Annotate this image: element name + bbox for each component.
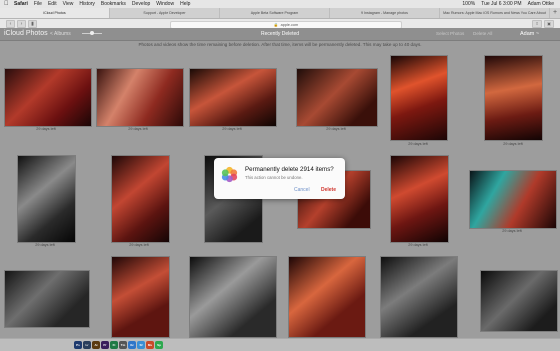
photo-thumbnail[interactable] [111, 155, 170, 243]
menu-bookmarks[interactable]: Bookmarks [101, 0, 126, 8]
status-area: 100% Tue Jul 6 3:00 PM Adam Ottke [462, 0, 554, 8]
photo-caption: 29 days left [129, 243, 149, 247]
photo-caption: 29 days left [502, 229, 522, 233]
tabs-overview-button[interactable]: ▣ [544, 20, 554, 28]
photo-caption: 29 days left [326, 127, 346, 131]
photo-thumbnail[interactable] [189, 256, 277, 338]
photo-thumbnail[interactable] [390, 155, 449, 243]
photo-caption: 29 days left [128, 127, 148, 131]
delete-button[interactable]: Delete [321, 187, 336, 193]
apple-icon[interactable]:  [4, 0, 9, 8]
tab-instagram[interactable]: 9 Instagram - Manage photos [330, 8, 440, 18]
photo-caption: 29 days left [36, 127, 56, 131]
menu-history[interactable]: History [79, 0, 95, 8]
menu-view[interactable]: View [63, 0, 74, 8]
sidebar-button[interactable]: ▮ [28, 20, 37, 28]
dialog-subtitle: This action cannot be undone. [245, 175, 303, 180]
lock-icon: 🔒 [273, 22, 279, 27]
photo-thumbnail[interactable] [4, 270, 90, 328]
battery-level[interactable]: 100% [462, 0, 475, 8]
photos-header: iCloud Photos < Albums Recently Deleted … [0, 28, 560, 41]
menu-help[interactable]: Help [180, 0, 190, 8]
url-text: apple.com [280, 22, 299, 27]
dock-app-icon[interactable]: Pr [101, 341, 109, 349]
deletion-notice: Photos and videos show the time remainin… [138, 42, 422, 47]
dock-app-icon[interactable]: Ai [92, 341, 100, 349]
select-photos-button[interactable]: Select Photos [436, 28, 464, 40]
new-tab-button[interactable]: + [550, 8, 560, 18]
photos-app-icon [221, 166, 238, 183]
clock[interactable]: Tue Jul 6 3:00 PM [481, 0, 521, 8]
cancel-button[interactable]: Cancel [294, 187, 310, 193]
browser-tabs: iCloud Photos Support - Apple Developer … [0, 8, 560, 19]
delete-confirm-dialog: Permanently delete 2914 items? This acti… [214, 158, 345, 199]
dock-app-icon[interactable]: Ms [146, 341, 154, 349]
photo-caption: 29 days left [35, 243, 55, 247]
photo-thumbnail[interactable] [4, 68, 92, 127]
menu-develop[interactable]: Develop [132, 0, 150, 8]
photo-thumbnail[interactable] [288, 256, 366, 338]
menu-edit[interactable]: Edit [48, 0, 57, 8]
dialog-title: Permanently delete 2914 items? [245, 166, 334, 173]
photo-thumbnail[interactable] [469, 170, 557, 229]
photo-thumbnail[interactable] [296, 68, 378, 127]
photo-caption: 29 days left [222, 127, 242, 131]
account-menu[interactable]: Adam ~ [520, 28, 539, 40]
dock-app-icon[interactable]: Fi [110, 341, 118, 349]
dock-app-icon[interactable]: Sp [155, 341, 163, 349]
app-menus: Safari File Edit View History Bookmarks … [14, 0, 190, 8]
photo-caption: 29 days left [408, 142, 428, 146]
dock-app-icon[interactable]: Xc [128, 341, 136, 349]
photo-thumbnail[interactable] [111, 256, 170, 338]
photo-thumbnail[interactable] [17, 155, 76, 243]
photo-thumbnail[interactable] [96, 68, 184, 127]
menu-window[interactable]: Window [156, 0, 174, 8]
dock-app-icon[interactable]: Sf [137, 341, 145, 349]
delete-all-button[interactable]: Delete All [473, 28, 492, 40]
menu-file[interactable]: File [34, 0, 42, 8]
forward-button[interactable]: › [17, 20, 26, 28]
dock-app-icon[interactable]: Ps [74, 341, 82, 349]
back-button[interactable]: ‹ [6, 20, 15, 28]
menu-safari[interactable]: Safari [14, 0, 28, 8]
photo-thumbnail[interactable] [380, 256, 458, 338]
photo-caption: 29 days left [408, 243, 428, 247]
tab-apple-beta[interactable]: Apple Beta Software Program [220, 8, 330, 18]
tab-icloud-photos[interactable]: iCloud Photos [0, 8, 110, 18]
user-menu[interactable]: Adam Ottke [528, 0, 554, 8]
photo-thumbnail[interactable] [480, 270, 558, 332]
dock: Ps Lr Ai Pr Fi Tm Xc Sf Ms Sp [0, 338, 560, 351]
photo-thumbnail[interactable] [189, 68, 277, 127]
dock-app-icon[interactable]: Tm [119, 341, 127, 349]
tab-apple-developer[interactable]: Support - Apple Developer [110, 8, 220, 18]
tab-macrumors[interactable]: Mac Rumors: Apple Mac iOS Rumors and New… [440, 8, 550, 18]
dock-app-icon[interactable]: Lr [83, 341, 91, 349]
photo-thumbnail[interactable] [484, 55, 543, 141]
share-button[interactable]: ⇧ [532, 20, 542, 28]
photo-caption: 29 days left [503, 142, 523, 146]
menu-bar:  Safari File Edit View History Bookmark… [0, 0, 560, 8]
photo-thumbnail[interactable] [390, 55, 448, 141]
